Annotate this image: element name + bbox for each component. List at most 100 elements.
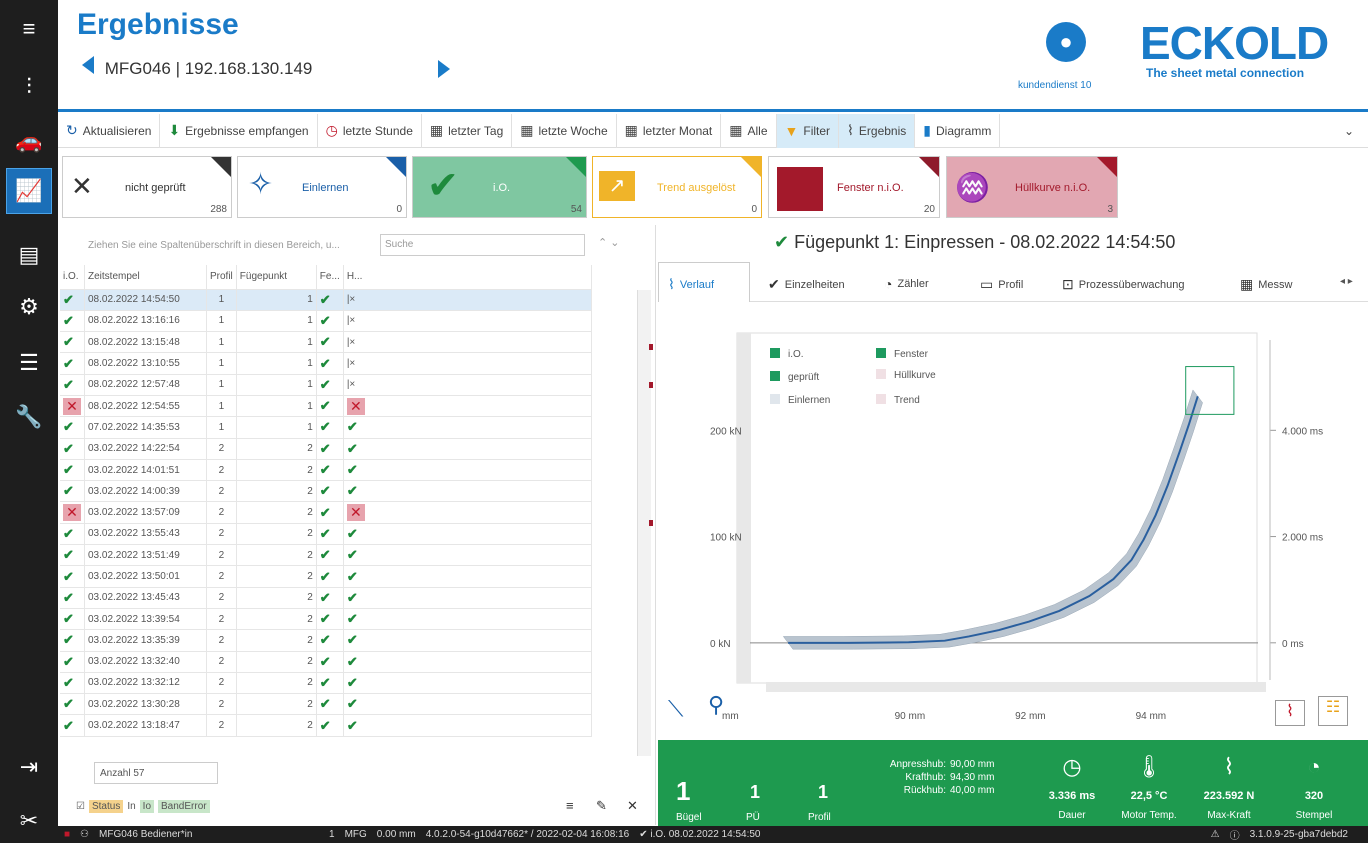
table-row[interactable]: ✔ 03.02.2022 13:18:47 2 2 ✔ ✔ [60,714,592,737]
profil-label: Profil [808,812,831,823]
table-row[interactable]: ✔ 08.02.2022 13:15:48 1 1 ✔ |× [60,331,592,354]
results-chart-icon[interactable]: 📈 [14,176,44,206]
tab-profil[interactable]: ▭ Profil [980,276,1023,293]
table-row[interactable]: ✕ 03.02.2022 13:57:09 2 2 ✔ ✕ [60,501,592,524]
user-avatar-icon[interactable]: ● [1046,22,1086,62]
y-tick-label: 200 kN [710,426,742,437]
edit-filter-icon[interactable]: ✎ [596,798,607,814]
table-row[interactable]: ✔ 03.02.2022 13:51:49 2 2 ✔ ✔ [60,544,592,567]
tile-trend[interactable]: ↗ Trend ausgelöst 0 [592,156,762,218]
tools-icon[interactable]: ✂ [14,806,44,836]
warning-icon[interactable]: ⚠ [1211,829,1220,840]
info-icon[interactable]: ⓘ [1230,827,1240,842]
col-timestamp[interactable]: Zeitstempel [84,265,207,290]
cell-joinpoint: 1 [236,310,317,333]
table-row[interactable]: ✔ 07.02.2022 14:35:53 1 1 ✔ ✔ [60,416,592,439]
tile-label: Hüllkurve n.i.O. [1015,182,1091,194]
server-icon[interactable]: ☰ [14,348,44,378]
status-number: 1 [329,829,335,840]
settings-sliders-icon[interactable]: ⫶ [14,72,44,102]
cell-envelope: ✔ [343,693,592,716]
last-week-button[interactable]: ▦ letzte Woche [512,113,617,148]
tab-scroll-arrows[interactable]: ◂ ▸ [1340,276,1353,287]
tile-teach[interactable]: ✧ Einlernen 0 [237,156,407,218]
table-row[interactable]: ✔ 08.02.2022 13:10:55 1 1 ✔ |× [60,352,592,375]
chevron-down-icon[interactable]: ⌄ [1344,124,1354,138]
cell-envelope: |× [343,310,592,333]
last-month-button[interactable]: ▦ letzter Monat [617,113,722,148]
cell-window: ✔ [316,459,344,482]
tile-window-nok[interactable]: Fenster n.i.O. 20 [768,156,940,218]
search-input[interactable]: Suche [380,234,585,256]
clear-filter-icon[interactable]: ✕ [627,798,638,814]
cell-envelope: |× [343,331,592,354]
search-nav-arrows[interactable]: ⌃ ⌄ [598,236,620,249]
table-row[interactable]: ✔ 03.02.2022 13:32:12 2 2 ✔ ✔ [60,672,592,695]
hamburger-menu-icon[interactable]: ≡ [14,14,44,44]
tile-io[interactable]: ✔ i.O. 54 [412,156,587,218]
filter-menu-icon[interactable]: ≡ [566,798,574,813]
table-row[interactable]: ✔ 08.02.2022 14:54:50 1 1 ✔ |× [60,289,592,311]
tile-envelope-nok[interactable]: ♒ Hüllkurve n.i.O. 3 [946,156,1118,218]
col-window[interactable]: Fe... [316,265,344,290]
cell-profile: 2 [206,459,237,482]
zoom-icon[interactable]: ⚲ [708,692,724,718]
ok-check-icon: ✔ [346,611,358,627]
vertical-scrollbar[interactable] [737,333,751,683]
tile-label: nicht geprüft [125,182,186,194]
filter-expression[interactable]: ☑ Status In Io BandError [76,800,210,813]
results-table: i.O. Zeitstempel Profil Fügepunkt Fe... … [60,265,592,737]
table-row[interactable]: ✔ 03.02.2022 13:32:40 2 2 ✔ ✔ [60,651,592,673]
tab-zaehler[interactable]: ◔ Zähler [884,276,929,292]
legend-toggle-icon[interactable]: ☷ [1318,696,1348,726]
diagram-button[interactable]: ▮ Diagramm [915,113,1001,148]
chart-mode-icon[interactable]: ⌇ [1275,700,1305,726]
col-profile[interactable]: Profil [206,265,237,290]
tile-not-checked[interactable]: ✕ nicht geprüft 288 [62,156,232,218]
flag-icon[interactable]: ■ [64,829,70,840]
col-io[interactable]: i.O. [60,265,85,290]
table-row[interactable]: ✔ 08.02.2022 13:16:16 1 1 ✔ |× [60,310,592,333]
ok-check-icon: ✔ [319,717,331,733]
tile-count: 54 [570,204,582,215]
corner-marker [386,157,406,177]
result-button[interactable]: ⌇ Ergebnis [839,113,916,148]
table-row[interactable]: ✔ 08.02.2022 12:57:48 1 1 ✔ |× [60,374,592,396]
table-row[interactable]: ✔ 03.02.2022 13:30:28 2 2 ✔ ✔ [60,693,592,716]
tab-einzelheiten[interactable]: ✔ Einzelheiten [768,276,845,293]
cell-profile: 2 [206,672,237,695]
last-day-button[interactable]: ▦ letzter Tag [422,113,513,148]
measure-tool-icon[interactable]: ⟍ [668,696,683,722]
table-row[interactable]: ✔ 03.02.2022 13:50:01 2 2 ✔ ✔ [60,565,592,588]
filter-operator: In [127,801,136,812]
filter-checkbox[interactable]: ☑ [76,801,85,812]
table-row[interactable]: ✔ 03.02.2022 14:00:39 2 2 ✔ ✔ [60,480,592,503]
car-icon[interactable]: 🚗 [14,126,44,156]
document-icon[interactable]: ▤ [14,240,44,270]
table-row[interactable]: ✔ 03.02.2022 13:45:43 2 2 ✔ ✔ [60,587,592,609]
tab-messwerte[interactable]: ▦ Messw [1240,276,1292,293]
x-tick-label: 92 mm [1015,711,1046,722]
col-envelope[interactable]: H... [343,265,592,290]
next-device-icon[interactable] [438,60,450,78]
horizontal-scrollbar[interactable] [766,682,1266,692]
chart-line-icon: ⌇ [847,122,854,138]
table-row[interactable]: ✔ 03.02.2022 14:01:51 2 2 ✔ ✔ [60,459,592,482]
receive-results-button[interactable]: ⬇ Ergebnisse empfangen [160,113,318,148]
col-joinpoint[interactable]: Fügepunkt [236,265,317,290]
refresh-button[interactable]: ↻ Aktualisieren [58,113,161,148]
filter-button[interactable]: ▼ Filter [776,113,840,148]
tab-verlauf[interactable]: ⌇ Verlauf [668,276,714,293]
all-button[interactable]: ▦ Alle [721,113,777,148]
last-hour-button[interactable]: ◷ letzte Stunde [318,113,422,148]
table-row[interactable]: ✔ 03.02.2022 13:55:43 2 2 ✔ ✔ [60,523,592,546]
table-row[interactable]: ✔ 03.02.2022 14:22:54 2 2 ✔ ✔ [60,438,592,460]
prev-device-icon[interactable] [82,56,94,74]
user-cog-icon[interactable]: ⚙ [14,292,44,322]
table-row[interactable]: ✔ 03.02.2022 13:35:39 2 2 ✔ ✔ [60,629,592,652]
table-row[interactable]: ✕ 08.02.2022 12:54:55 1 1 ✔ ✕ [60,395,592,418]
logout-icon[interactable]: ⇥ [14,752,44,782]
table-row[interactable]: ✔ 03.02.2022 13:39:54 2 2 ✔ ✔ [60,608,592,631]
tab-prozessueberwachung[interactable]: ⊡ Prozessüberwachung [1062,276,1185,293]
wrench-icon[interactable]: 🔧 [14,402,44,432]
